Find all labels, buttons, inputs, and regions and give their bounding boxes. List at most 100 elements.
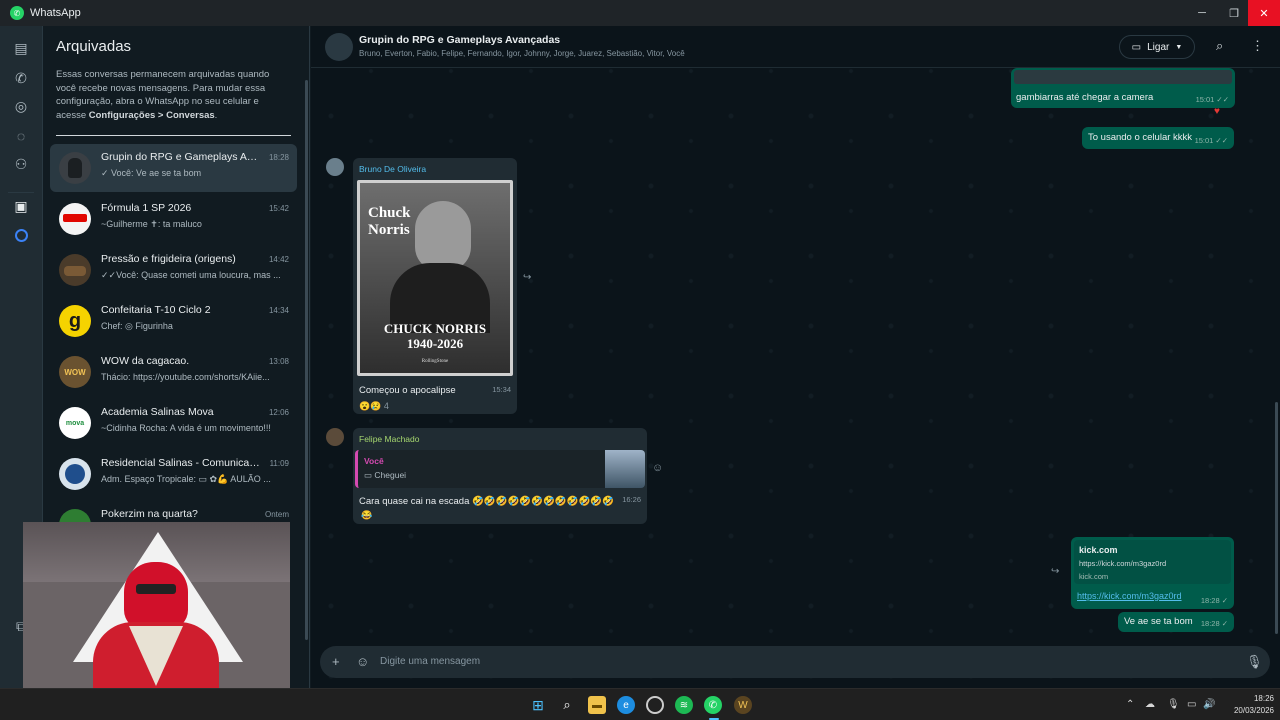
- chat-item-confeitaria[interactable]: g Confeitaria T-10 Ciclo 2 14:34 Chef: ◎…: [50, 297, 297, 345]
- message-text: Cara quase cai na escada 🤣🤣🤣🤣🤣🤣🤣🤣🤣🤣🤣🤣: [359, 496, 614, 507]
- attach-plus-icon[interactable]: +: [332, 654, 340, 669]
- tray-chevron-icon[interactable]: ⌃: [1126, 699, 1134, 710]
- chat-time: 12:06: [268, 408, 289, 417]
- forward-icon[interactable]: ↪: [523, 272, 531, 283]
- start-icon[interactable]: ⊞: [529, 696, 547, 714]
- chat-item-pressao[interactable]: Pressão e frigideira (origens) 14:42 ✓✓V…: [50, 246, 297, 294]
- group-avatar[interactable]: [325, 33, 353, 61]
- chat-last-message: ~Guilherme ✝: ta maluco: [101, 219, 202, 229]
- image-thumbnail[interactable]: [1014, 70, 1232, 84]
- chat-time: 18:28: [268, 153, 289, 162]
- chat-name: Grupin do RPG e Gameplays Ava...: [101, 151, 261, 163]
- message-incoming[interactable]: Felipe Machado Você ▭ Cheguei Cara quase…: [353, 428, 647, 524]
- chat-name: Confeitaria T-10 Ciclo 2: [101, 304, 211, 316]
- call-button[interactable]: ▭ Ligar ▼: [1119, 35, 1195, 59]
- message-time: 15:01 ✓✓: [1194, 136, 1228, 145]
- emoji-react-icon[interactable]: ☺: [652, 462, 663, 474]
- chat-scrollbar[interactable]: [1275, 402, 1278, 634]
- chat-time: 13:08: [268, 357, 289, 366]
- search-taskbar-icon[interactable]: ⌕: [558, 696, 576, 714]
- quoted-message[interactable]: Você ▭ Cheguei: [355, 450, 645, 488]
- search-icon[interactable]: ⌕: [1216, 38, 1223, 54]
- network-icon[interactable]: ▭: [1187, 699, 1196, 710]
- channels-icon[interactable]: ◌: [11, 126, 31, 146]
- message-outgoing[interactable]: Ve ae se ta bom 18:28 ✓: [1118, 612, 1234, 632]
- message-link[interactable]: https://kick.com/m3gaz0rd: [1077, 591, 1182, 601]
- menu-icon[interactable]: ⋮: [1251, 38, 1264, 54]
- forward-icon[interactable]: ↪: [1051, 566, 1059, 577]
- message-time: 15:34: [492, 385, 511, 394]
- chat-time: Ontem: [264, 510, 289, 519]
- chat-name: Pokerzim na quarta?: [101, 508, 198, 520]
- chat-time: 11:09: [269, 459, 289, 468]
- taskbar: ⊞ ⌕ ▬ e ≋ ✆ W ⌃ ☁ 🎙 ▭ 🔊 18:26 20/03/2026: [0, 688, 1280, 720]
- chat-last-message: Thácio: https://youtube.com/shorts/KAiie…: [101, 372, 270, 382]
- minimize-button[interactable]: ─: [1186, 0, 1218, 26]
- message-outgoing[interactable]: gambiarras até chegar a camera 15:01 ✓✓: [1011, 68, 1235, 108]
- chat-item-formula1[interactable]: Fórmula 1 SP 2026 15:42 ~Guilherme ✝: ta…: [50, 195, 297, 243]
- edge-icon[interactable]: e: [617, 696, 635, 714]
- microphone-icon[interactable]: 🎙: [1246, 654, 1263, 670]
- avatar: [59, 254, 91, 286]
- calls-icon[interactable]: ✆: [11, 68, 31, 88]
- chat-name: Academia Salinas Mova: [101, 406, 214, 418]
- clock[interactable]: 18:26 20/03/2026: [1224, 693, 1274, 717]
- sender-name[interactable]: Bruno De Oliveira: [359, 164, 426, 174]
- message-text: gambiarras até chegar a camera: [1016, 92, 1154, 103]
- rail-divider: [8, 192, 34, 193]
- clock-time: 18:26: [1253, 694, 1274, 703]
- message-text: Começou o apocalipse: [359, 385, 456, 396]
- restore-button[interactable]: ❐: [1218, 0, 1250, 26]
- file-explorer-icon[interactable]: ▬: [588, 696, 606, 714]
- message-input[interactable]: Digite uma mensagem: [380, 656, 480, 667]
- emoji-icon[interactable]: ☺: [356, 654, 369, 669]
- chat-area: Grupin do RPG e Gameplays Avançadas Brun…: [311, 26, 1280, 688]
- chat-last-message: ✓✓Você: Quase cometi uma loucura, mas ..…: [101, 270, 281, 280]
- mic-tray-icon[interactable]: 🎙: [1167, 699, 1180, 710]
- wow-launcher-icon[interactable]: W: [734, 696, 752, 714]
- avatar: [59, 458, 91, 490]
- chat-time: 14:42: [268, 255, 289, 264]
- sender-avatar[interactable]: [326, 428, 344, 446]
- link-preview[interactable]: kick.com https://kick.com/m3gaz0rd kick.…: [1074, 540, 1231, 584]
- reactions[interactable]: 😮😢 4: [359, 401, 389, 412]
- poster-title-line: Norris: [368, 222, 410, 238]
- chat-header[interactable]: Grupin do RPG e Gameplays Avançadas Brun…: [311, 26, 1280, 68]
- quote-thumbnail: [605, 450, 645, 488]
- volume-icon[interactable]: 🔊: [1203, 699, 1215, 710]
- message-time: 18:28 ✓: [1200, 619, 1228, 628]
- whatsapp-taskbar-icon[interactable]: ✆: [704, 696, 722, 714]
- spotify-icon[interactable]: ≋: [675, 696, 693, 714]
- chat-time: 15:42: [268, 204, 289, 213]
- quote-text: ▭ Cheguei: [364, 470, 407, 480]
- chat-item-wow[interactable]: WOW WOW da cagacao. 13:08 Thácio: https:…: [50, 348, 297, 396]
- chevron-down-icon: ▼: [1175, 43, 1183, 51]
- close-button[interactable]: ✕: [1248, 0, 1280, 26]
- sender-name[interactable]: Felipe Machado: [359, 434, 419, 444]
- video-call-icon: ▭: [1131, 41, 1142, 53]
- chuck-norris-image[interactable]: Chuck Norris CHUCK NORRIS 1940-2026 Rollin…: [357, 180, 513, 376]
- chrome-icon[interactable]: [646, 696, 664, 714]
- avatar: mova: [59, 407, 91, 439]
- chat-item-academia[interactable]: mova Academia Salinas Mova 12:06 ~Cidinh…: [50, 399, 297, 447]
- reactions[interactable]: 😂: [361, 510, 372, 521]
- panel-scrollbar[interactable]: [305, 80, 308, 640]
- message-composer: + ☺ Digite uma mensagem 🎙: [320, 646, 1270, 678]
- sender-avatar[interactable]: [326, 158, 344, 176]
- chats-icon[interactable]: ▤: [11, 38, 31, 58]
- onedrive-icon[interactable]: ☁: [1145, 699, 1155, 710]
- message-incoming[interactable]: Bruno De Oliveira Chuck Norris CHUCK NORR…: [353, 158, 517, 414]
- group-name[interactable]: Grupin do RPG e Gameplays Avançadas: [359, 34, 560, 46]
- status-icon[interactable]: ◎: [11, 96, 31, 116]
- meta-ai-icon[interactable]: [11, 225, 31, 245]
- poster-title-line: Chuck: [368, 205, 411, 221]
- chat-item-grupin-rpg[interactable]: Grupin do RPG e Gameplays Ava... 18:28 ✓…: [50, 144, 297, 192]
- communities-icon[interactable]: ⚇: [11, 154, 31, 174]
- panel-title: Arquivadas: [56, 38, 132, 55]
- archive-icon[interactable]: ▣: [11, 196, 31, 216]
- heart-reaction-icon[interactable]: ♥: [1214, 106, 1220, 117]
- clock-date: 20/03/2026: [1233, 706, 1274, 715]
- chat-item-residencial[interactable]: Residencial Salinas - Comunicad... 11:09…: [50, 450, 297, 498]
- message-outgoing[interactable]: To usando o celular kkkk 15:01 ✓✓: [1082, 127, 1234, 149]
- message-outgoing[interactable]: kick.com https://kick.com/m3gaz0rd kick.…: [1071, 537, 1234, 609]
